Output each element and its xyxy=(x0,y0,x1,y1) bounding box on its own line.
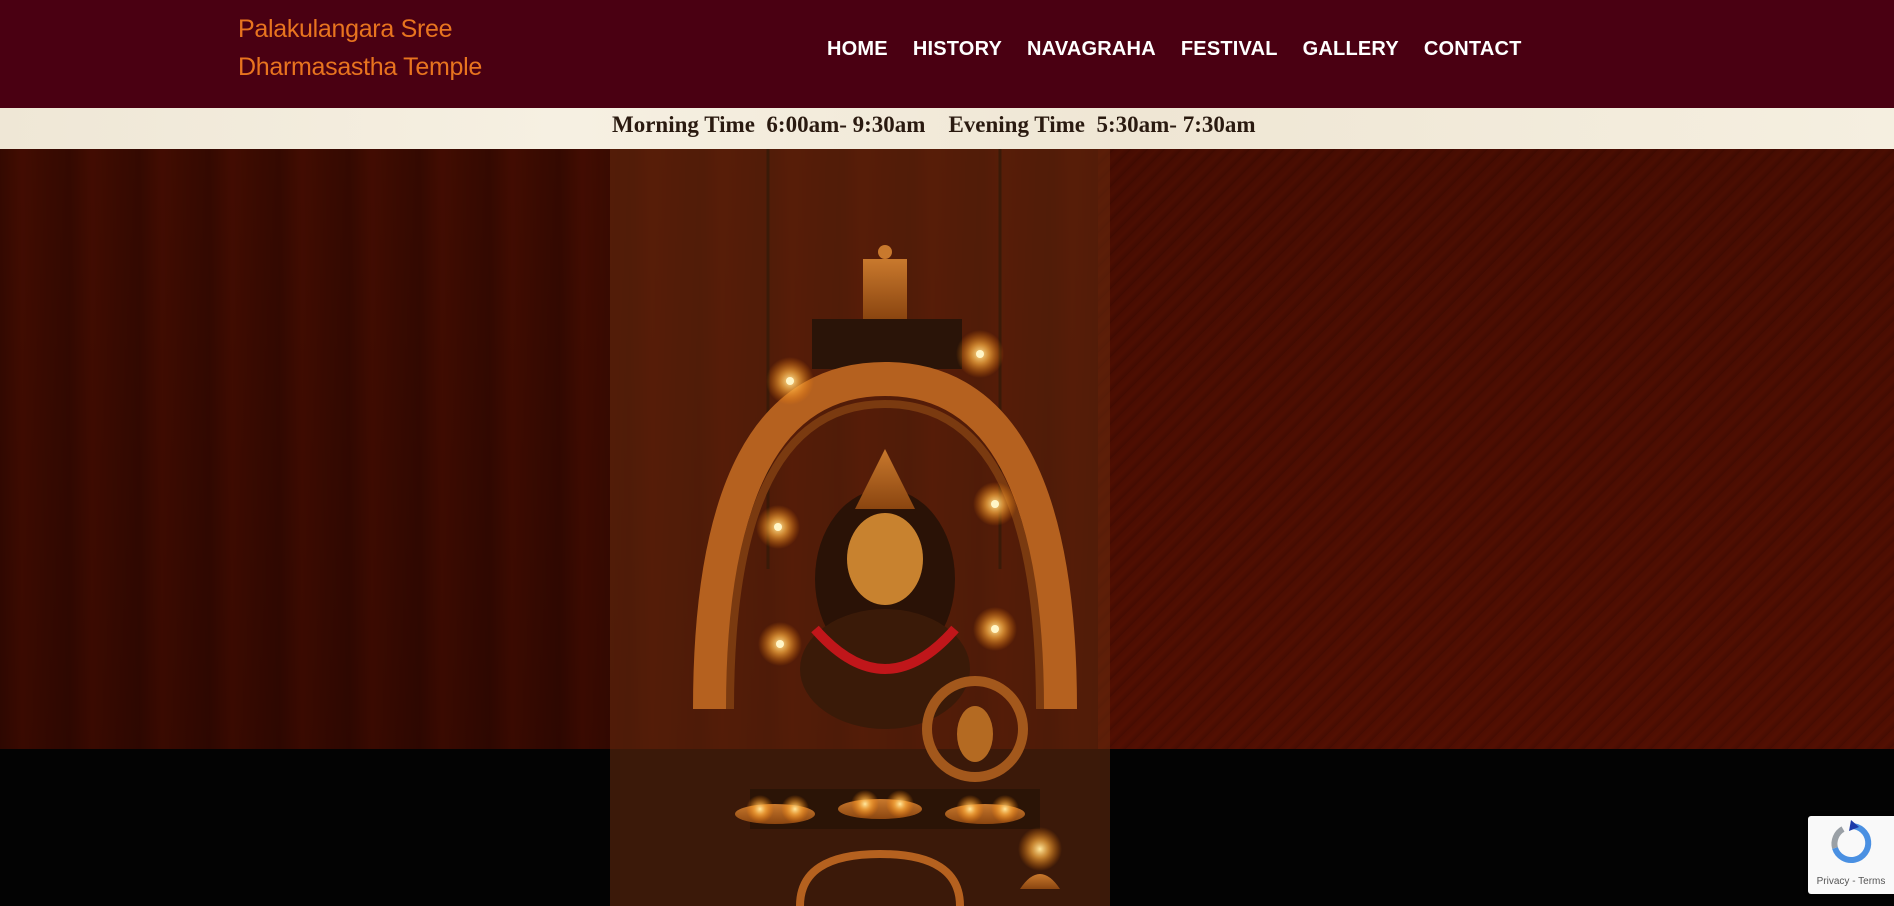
recaptcha-badge[interactable]: Privacy - Terms xyxy=(1808,816,1894,894)
site-header: Palakulangara Sree Dharmasastha Temple H… xyxy=(0,0,1894,108)
nav-item-festival[interactable]: FESTIVAL xyxy=(1181,38,1278,61)
recaptcha-links[interactable]: Privacy - Terms xyxy=(1808,876,1894,887)
hero-wall-right xyxy=(1098,149,1894,763)
temple-timings-text: Morning Time 6:00am- 9:30am Evening Time… xyxy=(612,112,1256,137)
nav-item-gallery[interactable]: GALLERY xyxy=(1303,38,1399,61)
nav-item-contact[interactable]: CONTACT xyxy=(1424,38,1522,61)
deity-shrine-image xyxy=(610,149,1110,906)
hero-banner xyxy=(0,149,1894,906)
site-logo[interactable]: Palakulangara Sree Dharmasastha Temple xyxy=(238,10,482,86)
logo-line-2: Dharmasastha Temple xyxy=(238,53,482,81)
nav-item-navagraha[interactable]: NAVAGRAHA xyxy=(1027,38,1156,61)
main-nav: HOME HISTORY NAVAGRAHA FESTIVAL GALLERY … xyxy=(827,38,1522,61)
recaptcha-icon xyxy=(1831,820,1872,863)
logo-line-1: Palakulangara Sree xyxy=(238,15,453,43)
temple-timings-bar: Morning Time 6:00am- 9:30am Evening Time… xyxy=(0,108,1894,149)
nav-item-home[interactable]: HOME xyxy=(827,38,888,61)
nav-item-history[interactable]: HISTORY xyxy=(913,38,1002,61)
